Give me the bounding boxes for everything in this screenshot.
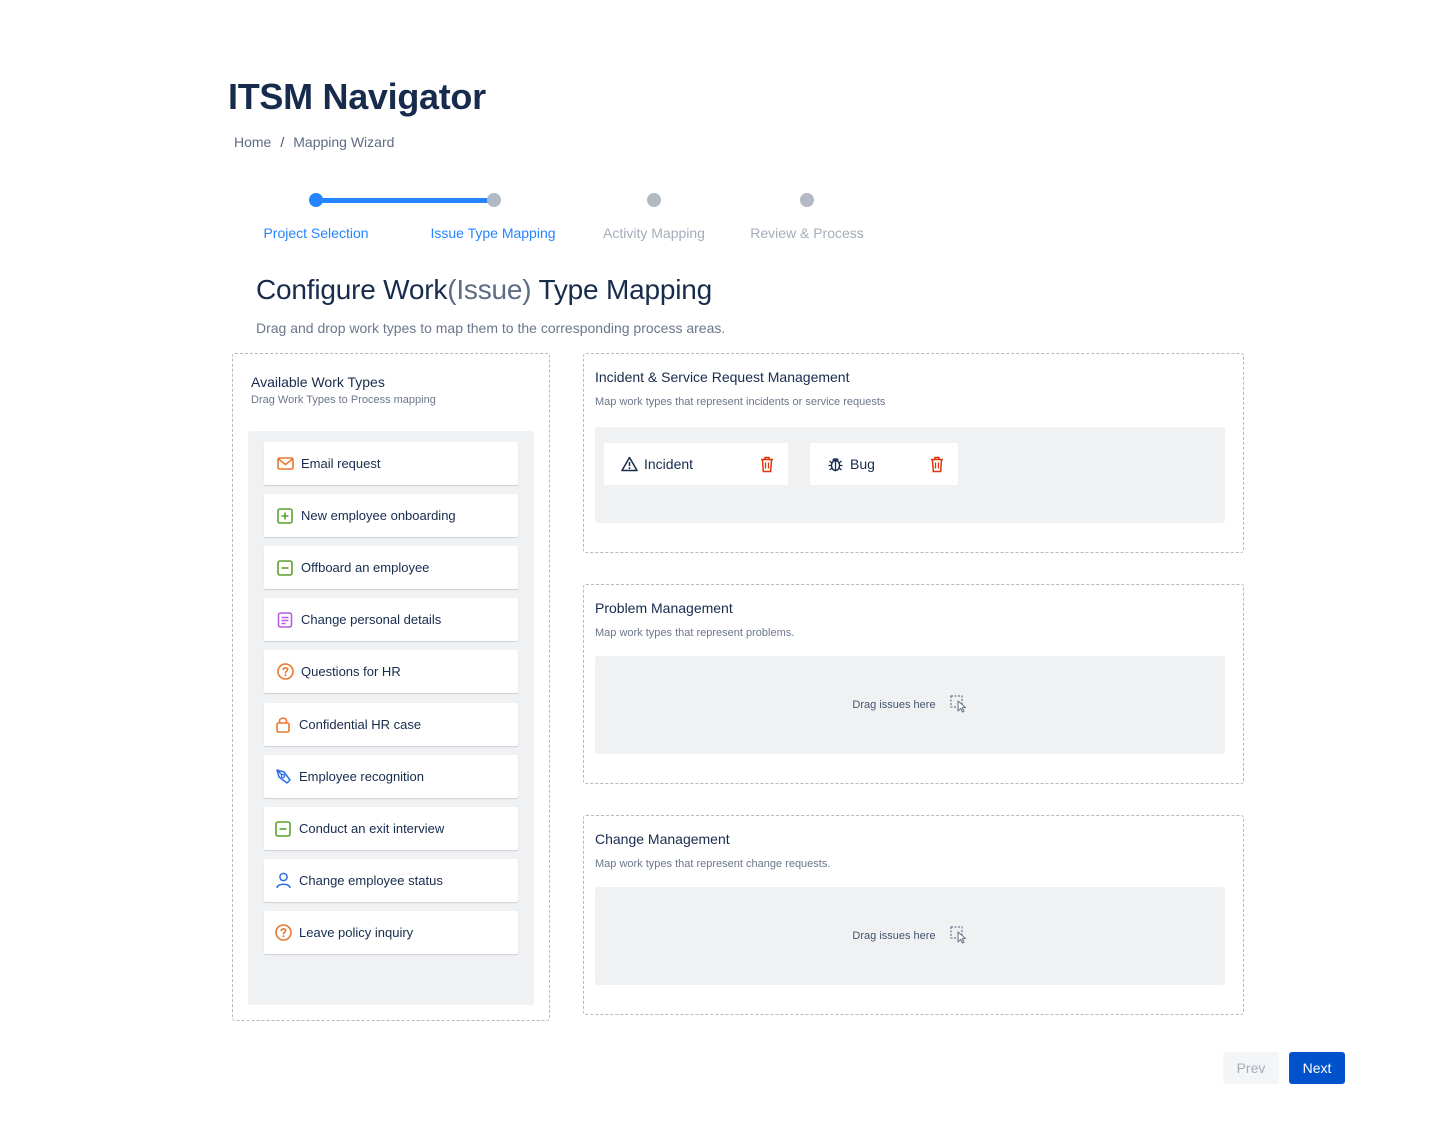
process-hint: Map work types that represent change req…	[595, 858, 831, 870]
section-title: Configure Work(Issue) Type Mapping	[256, 274, 712, 306]
available-panel-hint: Drag Work Types to Process mapping	[251, 394, 436, 406]
trash-icon[interactable]	[929, 454, 945, 474]
breadcrumb-home[interactable]: Home	[234, 134, 271, 150]
lock-icon	[274, 716, 292, 734]
mapped-chip-bug[interactable]: Bug	[810, 443, 958, 485]
drop-zone-empty-state: Drag issues here	[595, 887, 1225, 985]
process-change-management: Change Management Map work types that re…	[583, 815, 1244, 1015]
document-icon	[276, 611, 294, 629]
work-item-label: Conduct an exit interview	[299, 821, 445, 836]
breadcrumb-current: Mapping Wizard	[293, 134, 395, 150]
step-label-activity-mapping[interactable]: Activity Mapping	[603, 225, 705, 241]
work-item-label: Change employee status	[299, 873, 443, 888]
envelope-icon	[276, 455, 294, 473]
step-label-issue-type-mapping[interactable]: Issue Type Mapping	[430, 225, 555, 241]
step-dot-project-selection[interactable]	[309, 193, 323, 207]
work-item-employee-recognition[interactable]: Employee recognition	[264, 755, 518, 798]
trash-icon[interactable]	[759, 454, 775, 474]
step-dot-activity-mapping[interactable]	[647, 193, 661, 207]
drop-zone-empty-state: Drag issues here	[595, 656, 1225, 754]
work-item-label: New employee onboarding	[301, 508, 456, 523]
mapped-chip-incident[interactable]: Incident	[604, 443, 788, 485]
work-item-label: Email request	[301, 456, 381, 471]
work-item-leave-policy-inquiry[interactable]: Leave policy inquiry	[264, 911, 518, 954]
work-type-list: Email request New employee onboarding Of…	[248, 431, 534, 1005]
available-work-types-panel: Available Work Types Drag Work Types to …	[232, 353, 550, 1021]
question-circle-icon	[274, 924, 292, 942]
work-item-label: Employee recognition	[299, 769, 425, 784]
breadcrumb: Home / Mapping Wizard	[234, 134, 394, 150]
process-hint: Map work types that represent incidents …	[595, 396, 886, 408]
process-title: Incident & Service Request Management	[595, 369, 850, 385]
work-item-label: Change personal details	[301, 612, 442, 627]
work-item-new-employee-onboarding[interactable]: New employee onboarding	[264, 494, 518, 537]
process-title: Change Management	[595, 831, 730, 847]
stepper-progress-track	[316, 198, 494, 203]
work-item-confidential-hr-case[interactable]: Confidential HR case	[264, 703, 518, 746]
drop-zone-text: Drag issues here	[852, 699, 936, 711]
minus-square-icon	[276, 559, 294, 577]
prev-button[interactable]: Prev	[1223, 1052, 1279, 1084]
step-dot-review-process[interactable]	[800, 193, 814, 207]
plus-square-icon	[276, 507, 294, 525]
next-button[interactable]: Next	[1289, 1052, 1345, 1084]
drag-drop-icon	[949, 925, 968, 947]
app-title: ITSM Navigator	[228, 76, 486, 117]
section-title-paren: (Issue)	[447, 274, 532, 305]
section-subtitle: Drag and drop work types to map them to …	[256, 320, 726, 336]
work-item-questions-for-hr[interactable]: Questions for HR	[264, 650, 518, 693]
available-panel-title: Available Work Types	[251, 374, 385, 390]
work-item-label: Leave policy inquiry	[299, 925, 414, 940]
process-problem-management: Problem Management Map work types that r…	[583, 584, 1244, 784]
work-item-email-request[interactable]: Email request	[264, 442, 518, 485]
work-item-offboard-employee[interactable]: Offboard an employee	[264, 546, 518, 589]
minus-square-icon	[274, 820, 292, 838]
process-hint: Map work types that represent problems.	[595, 627, 795, 639]
drop-zone-incident[interactable]: Incident Bug	[595, 427, 1225, 523]
work-item-label: Offboard an employee	[301, 560, 430, 575]
mapped-chip-label: Incident	[644, 456, 694, 472]
drop-zone-change[interactable]: Drag issues here	[595, 887, 1225, 985]
wizard-stepper: Project Selection Issue Type Mapping Act…	[0, 0, 1440, 260]
drop-zone-problem[interactable]: Drag issues here	[595, 656, 1225, 754]
bug-icon	[826, 455, 844, 473]
process-title: Problem Management	[595, 600, 733, 616]
work-item-label: Confidential HR case	[299, 717, 422, 732]
section-title-post: Type Mapping	[531, 274, 712, 305]
section-title-pre: Configure Work	[256, 274, 448, 305]
mapped-chip-label: Bug	[850, 456, 875, 472]
breadcrumb-separator: /	[280, 134, 285, 150]
work-item-label: Questions for HR	[301, 664, 401, 679]
work-item-change-employee-status[interactable]: Change employee status	[264, 859, 518, 902]
award-icon	[274, 768, 292, 786]
step-dot-issue-type-mapping[interactable]	[487, 193, 501, 207]
drop-zone-text: Drag issues here	[852, 930, 936, 942]
work-item-change-personal-details[interactable]: Change personal details	[264, 598, 518, 641]
person-icon	[274, 872, 292, 890]
warning-triangle-icon	[620, 455, 638, 473]
step-label-project-selection[interactable]: Project Selection	[263, 225, 368, 241]
question-circle-icon	[276, 663, 294, 681]
process-incident-service-request: Incident & Service Request Management Ma…	[583, 353, 1244, 553]
step-label-review-process[interactable]: Review & Process	[750, 225, 864, 241]
drag-drop-icon	[949, 694, 968, 716]
work-item-conduct-exit-interview[interactable]: Conduct an exit interview	[264, 807, 518, 850]
